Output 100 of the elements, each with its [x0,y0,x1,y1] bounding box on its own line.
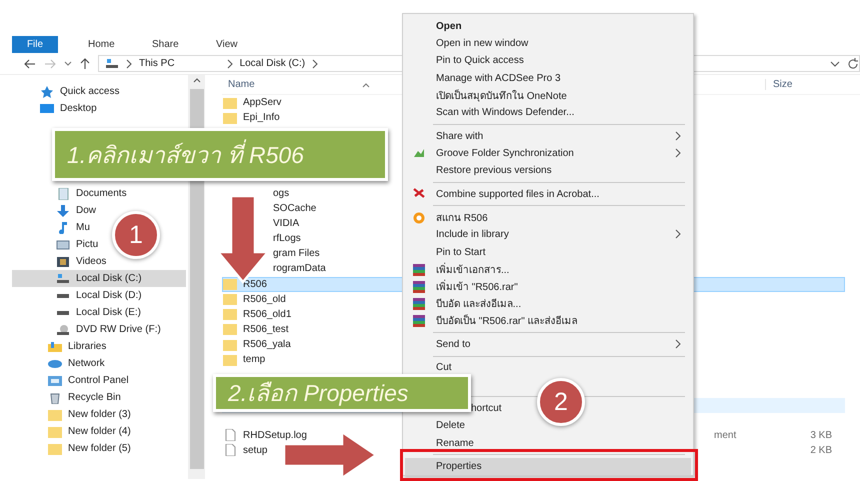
file-size: 3 KB [809,430,833,441]
menu-item[interactable]: Combine supported files in Acrobat... [405,185,691,203]
menu-item[interactable]: เปิดเป็นสมุดบันทึกใน OneNote [405,86,691,104]
chevron-right-icon [312,58,318,68]
books-icon [413,298,425,310]
menu-item[interactable]: Pin to Quick access [405,52,691,70]
caret-up-icon [192,77,200,83]
breadcrumb[interactable]: Local Disk (C:) [240,58,306,69]
nav-item[interactable]: Libraries [68,341,106,352]
menu-item[interactable]: Share with [405,128,691,145]
folder-icon [223,96,237,109]
library-icon [48,340,62,352]
nav-item[interactable]: Documents [76,188,127,199]
nav-item[interactable]: Dow [76,205,96,216]
menu-item[interactable]: Properties [405,458,691,476]
caret-up-icon [362,82,370,88]
picture-icon [56,238,70,250]
monitor-icon [40,102,54,114]
nav-item[interactable]: Quick access [60,86,120,97]
menu-item[interactable]: Send to [405,336,691,353]
menu-item[interactable]: Restore previous versions [405,162,691,180]
nav-item[interactable]: Network [68,358,105,369]
bin-icon [48,392,62,404]
nav-item[interactable]: New folder (5) [68,443,131,454]
menu-item[interactable]: Cut [405,359,691,377]
nav-item[interactable]: Local Disk (E:) [76,307,142,318]
folder-icon [223,323,237,336]
callout-label: 2.เลือก Properties [213,374,471,412]
folder-icon [223,112,237,124]
breadcrumb[interactable]: This PC [139,58,175,69]
nav-item[interactable]: Recycle Bin [68,392,121,403]
star-icon [40,86,54,98]
document-icon [56,188,70,200]
menu-item[interactable]: สแกน R506 [405,209,691,226]
chevron-right-icon [675,130,681,141]
nav-item[interactable]: Control Panel [68,375,129,386]
file-icon [223,429,237,442]
step-badge: 1 [112,211,160,259]
file-size: 2 KB [809,444,833,456]
chevron-right-icon [675,338,681,349]
ribbon-tab[interactable]: Share [138,36,202,53]
menu-item[interactable]: เพิ่มเข้า "R506.rar" [405,278,691,295]
file-type: ment [714,430,738,441]
chevron-right-icon [226,58,233,68]
menu-item[interactable]: เพิ่มเข้าเอกสาร... [405,260,691,278]
music-note-icon [56,222,70,234]
circle-icon [413,212,425,224]
books-icon [413,280,425,293]
forward-arrow-icon [44,58,56,68]
ribbon-tab[interactable]: File [12,36,58,53]
menu-item[interactable]: Open in new window [405,35,691,52]
drive-icon [56,310,70,314]
folder-icon [223,293,237,306]
nav-item[interactable]: Local Disk (D:) [76,290,142,301]
menu-item[interactable]: Rename [405,434,691,452]
menu-item[interactable]: Include in library [405,226,691,244]
drive-icon [105,58,119,70]
chevron-right-icon [126,58,132,68]
nav-item[interactable]: New folder (4) [68,426,131,437]
folder-icon [223,308,237,320]
folder-icon [48,442,62,454]
ribbon-tab[interactable]: Home [74,36,138,53]
menu-item[interactable]: Groove Folder Synchronization [405,144,691,162]
nav-item[interactable]: New folder (3) [68,409,131,420]
menu-item[interactable]: Pin to Start [405,243,691,261]
menu-item[interactable]: Scan with Windows Defender... [405,104,691,122]
drive-icon [56,272,70,284]
control-panel-icon [48,374,62,386]
nav-item[interactable]: Pictu [76,239,98,250]
menu-item[interactable]: บีบอัดเป็น "R506.rar" และส่งอีเมล [405,312,691,330]
film-icon [56,256,70,268]
ribbon-tab[interactable]: View [202,36,266,53]
menu-item[interactable]: บีบอัด และส่งอีเมล... [405,294,691,312]
file-icon [223,444,237,456]
nav-item[interactable]: DVD RW Drive (F:) [76,324,161,335]
chevron-right-icon [675,229,681,240]
folder-icon [223,278,237,290]
column-header[interactable]: Name [222,79,362,90]
books-icon [413,315,425,328]
nav-item[interactable]: Videos [76,256,106,267]
chevron-down-icon [830,58,840,68]
folder-icon [48,408,62,420]
menu-item[interactable]: hortcut [471,403,502,414]
books-icon [413,264,425,276]
nav-item[interactable]: Desktop [60,103,97,114]
chevron-down-icon [64,58,72,68]
folder-icon [223,338,237,351]
menu-item[interactable]: Manage with ACDSee Pro 3 [405,70,691,87]
network-icon [48,358,62,370]
column-header[interactable]: Size [765,79,847,90]
up-arrow-icon [80,58,90,70]
folder-icon [223,354,237,366]
menu-item[interactable]: Open [405,18,691,36]
drive-icon [56,294,70,298]
download-icon [56,204,70,216]
folder-icon [48,426,62,438]
back-arrow-icon [24,58,36,68]
chevron-right-icon [675,148,681,158]
callout-label: 1.คลิกเมาส์ขวา ที่ R506 [52,128,388,181]
nav-item[interactable]: Mu [76,222,90,233]
